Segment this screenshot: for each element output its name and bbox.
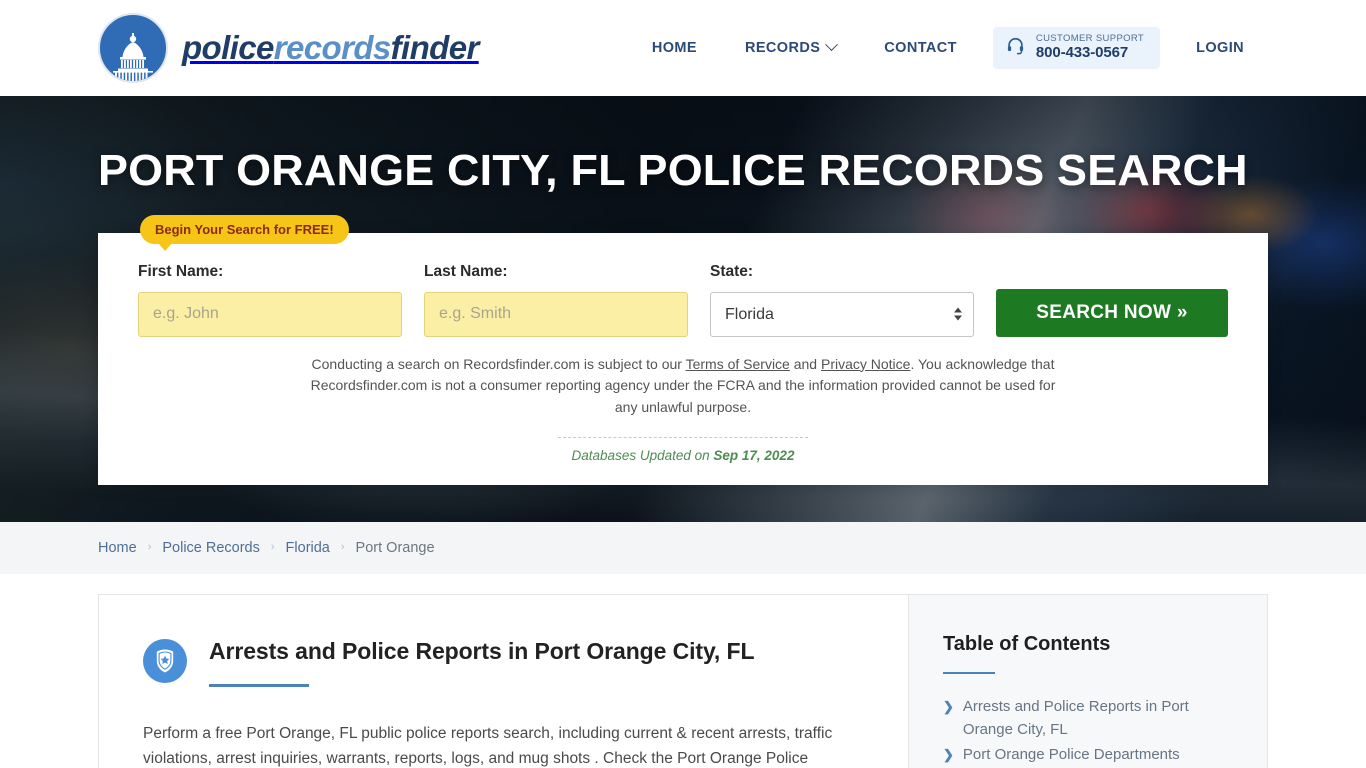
nav-item-records-label: RECORDS bbox=[744, 39, 821, 56]
last-name-input[interactable] bbox=[424, 291, 688, 337]
first-name-field-group: First Name: bbox=[138, 263, 402, 337]
police-badge-icon bbox=[143, 639, 187, 683]
search-form-row: First Name: Last Name: State: Florida bbox=[138, 263, 1228, 337]
breadcrumb-separator-icon: › bbox=[147, 541, 152, 553]
databases-updated-prefix: Databases Updated on bbox=[571, 447, 714, 463]
dashed-divider bbox=[558, 436, 808, 438]
terms-of-service-link[interactable]: Terms of Service bbox=[686, 356, 790, 372]
nav-item-home-label: HOME bbox=[651, 39, 697, 56]
first-name-label: First Name: bbox=[138, 262, 224, 280]
article-title: Arrests and Police Reports in Port Orang… bbox=[209, 638, 755, 664]
last-name-field-group: Last Name: bbox=[424, 263, 688, 337]
article-card: Arrests and Police Reports in Port Orang… bbox=[98, 594, 908, 768]
disclaimer-part-1: Conducting a search on Recordsfinder.com… bbox=[311, 355, 686, 372]
breadcrumb-item-port-orange: Port Orange bbox=[355, 540, 435, 556]
state-field-group: State: Florida bbox=[710, 263, 974, 337]
brand-word-finder: finder bbox=[390, 29, 480, 66]
breadcrumb-separator-icon: › bbox=[340, 541, 345, 553]
chevron-right-icon: ❯ bbox=[943, 699, 954, 714]
state-label: State: bbox=[710, 262, 754, 280]
breadcrumb-item-police-records[interactable]: Police Records bbox=[162, 540, 260, 556]
toc-item[interactable]: ❯ Arrests and Police Reports in Port Ora… bbox=[943, 696, 1233, 741]
chevron-right-icon: ❯ bbox=[943, 747, 954, 762]
nav-item-contact-label: CONTACT bbox=[884, 39, 957, 56]
article-header: Arrests and Police Reports in Port Orang… bbox=[143, 637, 864, 687]
hero-section: PORT ORANGE CITY, FL POLICE RECORDS SEAR… bbox=[0, 96, 1366, 522]
breadcrumb-separator-icon: › bbox=[270, 541, 275, 553]
toc-list: ❯ Arrests and Police Reports in Port Ora… bbox=[943, 696, 1233, 768]
site-header: policerecordsfinder HOME RECORDS CONTACT bbox=[0, 0, 1366, 96]
nav-item-home[interactable]: HOME bbox=[628, 30, 721, 66]
last-name-label: Last Name: bbox=[424, 262, 508, 280]
breadcrumb: Home › Police Records › Florida › Port O… bbox=[98, 540, 1268, 556]
toc-link-police-departments[interactable]: Port Orange Police Departments bbox=[963, 744, 1180, 767]
capitol-dome-icon bbox=[98, 13, 168, 83]
table-of-contents-card: Table of Contents ❯ Arrests and Police R… bbox=[908, 594, 1268, 768]
privacy-notice-link[interactable]: Privacy Notice bbox=[821, 356, 910, 372]
brand-wordmark: policerecordsfinder bbox=[182, 29, 479, 67]
databases-updated: Databases Updated on Sep 17, 2022 bbox=[138, 448, 1228, 463]
brand-word-records: records bbox=[273, 29, 391, 66]
primary-navigation: HOME RECORDS CONTACT CUSTOMER SUPPORT 80… bbox=[628, 27, 1268, 69]
search-disclaimer: Conducting a search on Recordsfinder.com… bbox=[138, 354, 1228, 419]
toc-link-arrests-and-police-reports[interactable]: Arrests and Police Reports in Port Orang… bbox=[963, 696, 1233, 741]
breadcrumb-item-home[interactable]: Home bbox=[98, 540, 137, 556]
site-logo[interactable]: policerecordsfinder bbox=[98, 13, 479, 83]
headset-icon bbox=[1006, 36, 1025, 60]
nav-item-login[interactable]: LOGIN bbox=[1172, 30, 1268, 66]
toc-title: Table of Contents bbox=[943, 633, 1111, 655]
toc-item[interactable]: ❯ Port Orange Police Departments bbox=[943, 744, 1233, 767]
search-now-button[interactable]: SEARCH NOW » bbox=[996, 288, 1228, 337]
nav-item-login-label: LOGIN bbox=[1196, 39, 1244, 56]
free-search-badge: Begin Your Search for FREE! bbox=[140, 214, 349, 251]
page-title: PORT ORANGE CITY, FL POLICE RECORDS SEAR… bbox=[98, 146, 1248, 195]
nav-item-contact[interactable]: CONTACT bbox=[860, 30, 981, 66]
customer-support-box[interactable]: CUSTOMER SUPPORT 800-433-0567 bbox=[992, 27, 1161, 69]
support-phone: 800-433-0567 bbox=[1035, 43, 1129, 61]
title-underline bbox=[209, 683, 309, 687]
main-content: Arrests and Police Reports in Port Orang… bbox=[0, 574, 1366, 768]
toc-underline bbox=[943, 672, 995, 674]
breadcrumb-item-florida[interactable]: Florida bbox=[286, 540, 330, 556]
first-name-input[interactable] bbox=[138, 291, 402, 337]
search-form-card: Begin Your Search for FREE! First Name: … bbox=[98, 214, 1268, 485]
chevron-down-icon bbox=[825, 38, 839, 52]
nav-item-records[interactable]: RECORDS bbox=[721, 30, 860, 66]
databases-updated-date: Sep 17, 2022 bbox=[713, 447, 795, 463]
breadcrumb-bar: Home › Police Records › Florida › Port O… bbox=[0, 522, 1366, 574]
state-select[interactable]: Florida bbox=[710, 291, 974, 337]
article-body-text: Perform a free Port Orange, FL public po… bbox=[143, 724, 833, 768]
disclaimer-part-2: and bbox=[789, 355, 821, 372]
brand-word-police: police bbox=[182, 29, 274, 66]
